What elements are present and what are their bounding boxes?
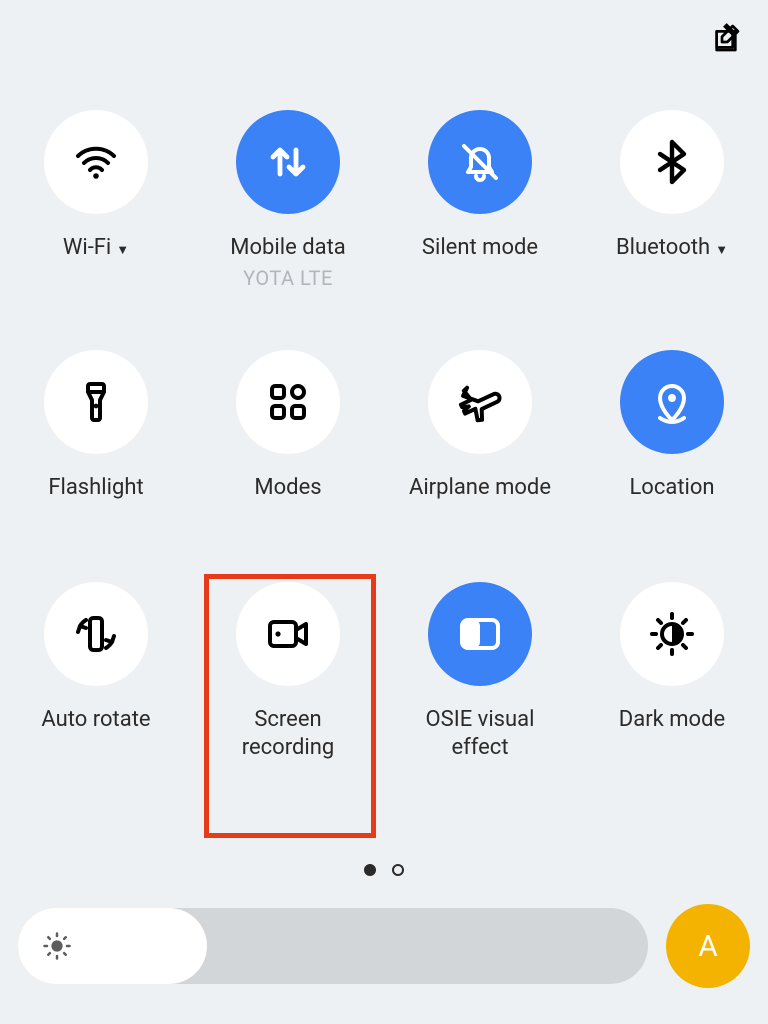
- flashlight-icon: [44, 350, 148, 454]
- tile-label: Screen recording: [242, 706, 335, 764]
- osie-icon: [428, 582, 532, 686]
- tile-screen-recording[interactable]: Screen recording: [192, 572, 384, 772]
- bluetooth-icon: [620, 110, 724, 214]
- tile-airplane-mode[interactable]: Airplane mode: [384, 340, 576, 540]
- location-icon: [620, 350, 724, 454]
- screen-recording-icon: [236, 582, 340, 686]
- tiles-grid: Wi-Fi▼ Mobile data YOTA LTE: [0, 100, 768, 772]
- tile-label: Modes: [254, 474, 321, 532]
- tile-label: Bluetooth▼: [616, 234, 728, 292]
- bell-off-icon: [428, 110, 532, 214]
- auto-brightness-label: A: [698, 929, 718, 964]
- brightness-row: A: [18, 908, 750, 984]
- tile-wifi[interactable]: Wi-Fi▼: [0, 100, 192, 300]
- tile-mobile-data[interactable]: Mobile data YOTA LTE: [192, 100, 384, 300]
- tile-silent-mode[interactable]: Silent mode: [384, 100, 576, 300]
- tile-auto-rotate[interactable]: Auto rotate: [0, 572, 192, 772]
- tile-label: OSIE visual effect: [426, 706, 535, 764]
- tile-dark-mode[interactable]: Dark mode: [576, 572, 768, 772]
- wifi-icon: [44, 110, 148, 214]
- airplane-icon: [428, 350, 532, 454]
- tile-flashlight[interactable]: Flashlight: [0, 340, 192, 540]
- brightness-slider[interactable]: [18, 908, 648, 984]
- auto-rotate-icon: [44, 582, 148, 686]
- tile-label: Airplane mode: [409, 474, 551, 532]
- page-dot-1[interactable]: [392, 864, 404, 876]
- edit-tiles-button[interactable]: [706, 18, 746, 58]
- tile-location[interactable]: Location: [576, 340, 768, 540]
- tile-label: Location: [629, 474, 714, 532]
- tile-label: Mobile data YOTA LTE: [230, 234, 345, 292]
- brightness-icon: [42, 931, 72, 961]
- tile-label: Silent mode: [422, 234, 538, 292]
- page-dot-0[interactable]: [364, 864, 376, 876]
- tile-label: Auto rotate: [41, 706, 150, 764]
- tile-label: Dark mode: [619, 706, 725, 764]
- auto-brightness-button[interactable]: A: [666, 904, 750, 988]
- tile-osie-visual-effect[interactable]: OSIE visual effect: [384, 572, 576, 772]
- modes-icon: [236, 350, 340, 454]
- tile-bluetooth[interactable]: Bluetooth▼: [576, 100, 768, 300]
- tile-label: Flashlight: [48, 474, 143, 532]
- quick-settings-panel: Wi-Fi▼ Mobile data YOTA LTE: [0, 0, 768, 1024]
- tile-modes[interactable]: Modes: [192, 340, 384, 540]
- dark-mode-icon: [620, 582, 724, 686]
- page-indicator[interactable]: [0, 864, 768, 876]
- tile-label: Wi-Fi▼: [63, 234, 129, 292]
- mobile-data-icon: [236, 110, 340, 214]
